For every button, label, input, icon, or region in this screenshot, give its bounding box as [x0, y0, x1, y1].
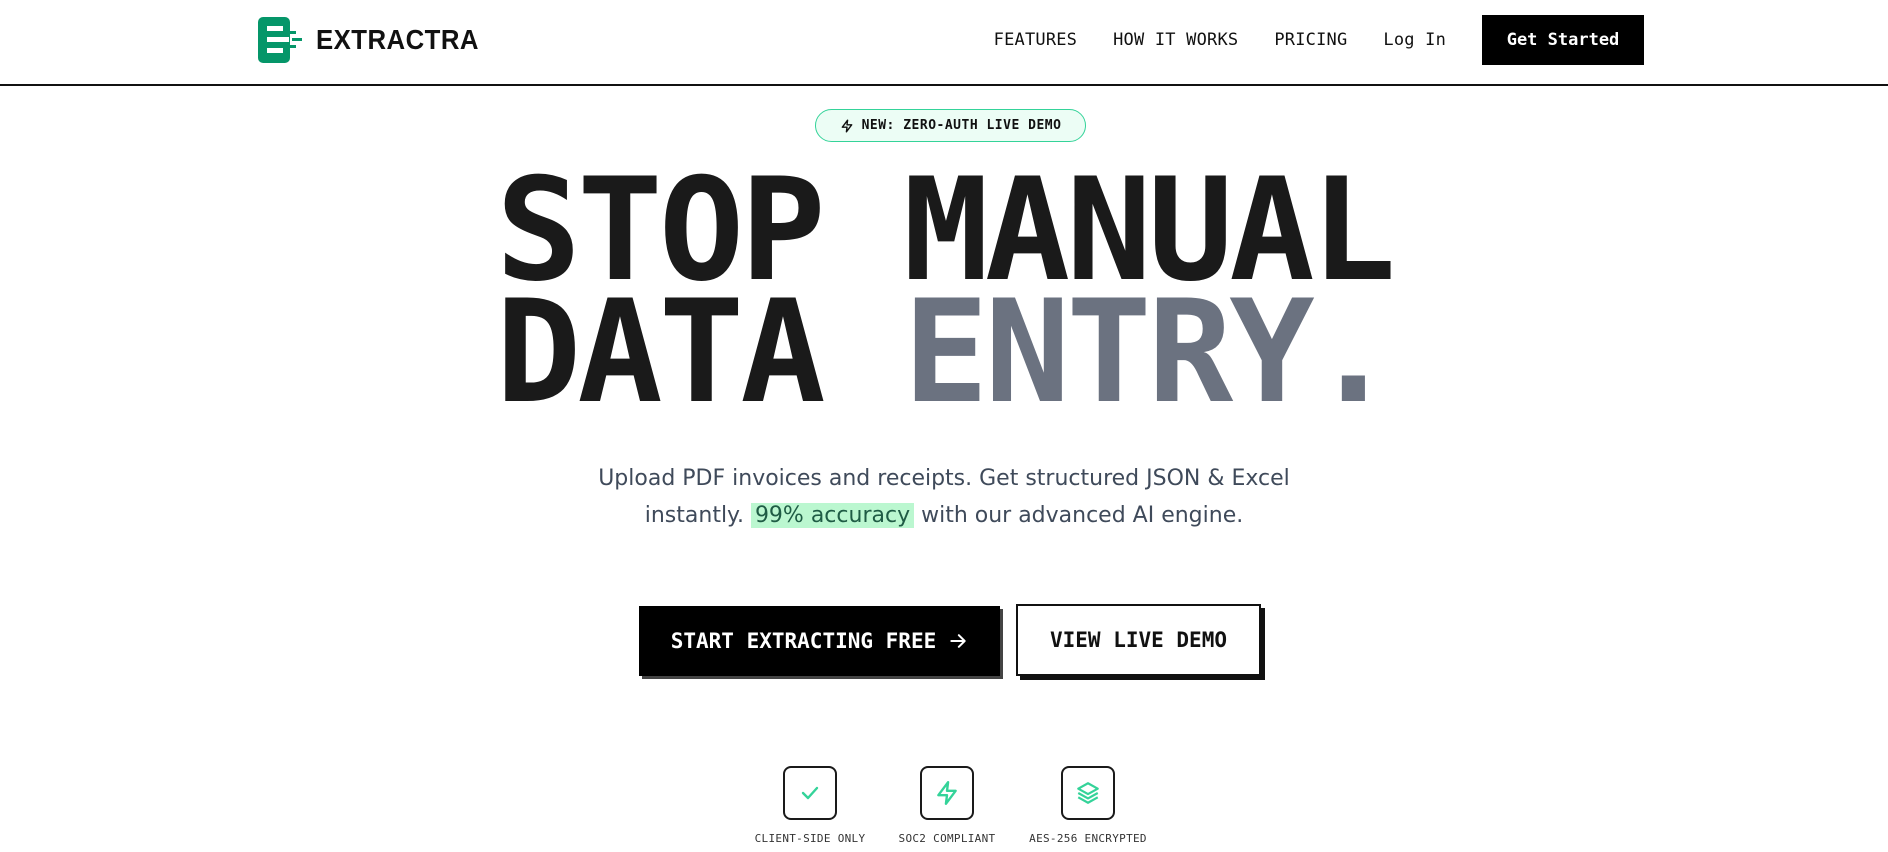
trust-item-client-side: CLIENT-SIDE ONLY	[754, 766, 866, 845]
trust-icon-box	[920, 766, 974, 820]
start-extracting-button[interactable]: START EXTRACTING FREE	[639, 606, 1000, 676]
start-extracting-label: START EXTRACTING FREE	[670, 629, 937, 653]
brand-logo[interactable]: EXTRACTRA	[258, 17, 493, 63]
nav-link-how-it-works[interactable]: HOW IT WORKS	[1113, 30, 1238, 50]
trust-icon-box	[1061, 766, 1115, 820]
badge-label: NEW: ZERO-AUTH LIVE DEMO	[861, 118, 1062, 133]
brand-name: EXTRACTRA	[316, 24, 479, 55]
hero-headline: STOP MANUAL DATA ENTRY.	[0, 160, 1888, 424]
trust-item-soc2: SOC2 COMPLIANT	[897, 766, 997, 845]
nav-link-login[interactable]: Log In	[1383, 30, 1446, 50]
arrow-right-icon	[950, 634, 966, 648]
layers-icon	[1077, 782, 1099, 804]
trust-label: CLIENT-SIDE ONLY	[754, 832, 866, 845]
top-nav: EXTRACTRA FEATURES HOW IT WORKS PRICING …	[0, 0, 1888, 86]
logo-icon	[258, 17, 302, 63]
lightning-icon	[841, 118, 852, 133]
trust-item-aes: AES-256 ENCRYPTED	[1028, 766, 1148, 845]
new-feature-badge[interactable]: NEW: ZERO-AUTH LIVE DEMO	[815, 109, 1086, 142]
headline-entry-word: ENTRY.	[903, 270, 1396, 435]
nav-link-pricing[interactable]: PRICING	[1274, 30, 1347, 50]
view-live-demo-button[interactable]: VIEW LIVE DEMO	[1016, 604, 1261, 676]
trust-label: AES-256 ENCRYPTED	[1029, 832, 1147, 845]
nav-link-features[interactable]: FEATURES	[994, 30, 1077, 50]
get-started-button[interactable]: Get Started	[1482, 15, 1644, 65]
trust-label: SOC2 COMPLIANT	[898, 832, 996, 845]
accuracy-highlight: 99% accuracy	[750, 503, 915, 528]
lightning-icon	[937, 780, 957, 806]
headline-line-2: DATA ENTRY.	[0, 282, 1888, 424]
trust-icon-box	[783, 766, 837, 820]
nav-links: FEATURES HOW IT WORKS PRICING Log In Get…	[994, 15, 1644, 65]
check-icon	[801, 786, 819, 800]
hero-subtext: Upload PDF invoices and receipts. Get st…	[594, 460, 1294, 534]
subtext-part-2: with our advanced AI engine.	[914, 503, 1244, 528]
headline-data-word: DATA	[495, 270, 904, 435]
